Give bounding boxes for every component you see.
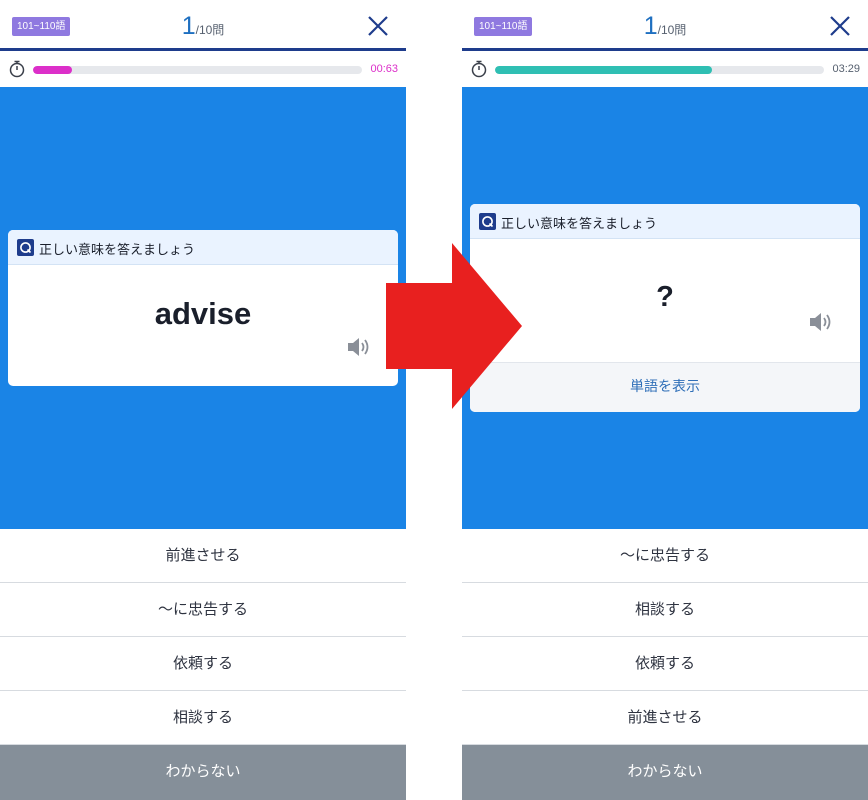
time-progress-fill — [33, 66, 73, 74]
question-card: 正しい意味を答えましょう ? 単語を表示 — [470, 204, 860, 412]
answer-choices: ～に忠告する 相談する 依頼する 前進させる — [462, 529, 868, 745]
timer-row: 00:63 — [0, 56, 406, 84]
card-header: 正しい意味を答えましょう — [8, 230, 398, 265]
answer-choices: 前進させる ～に忠告する 依頼する 相談する — [0, 529, 406, 745]
time-progress-fill — [495, 66, 713, 74]
answer-choice[interactable]: 相談する — [0, 691, 406, 745]
timer-row: 03:29 — [462, 56, 868, 84]
question-counter: 1/10問 — [0, 12, 406, 41]
quiz-icon — [479, 213, 496, 230]
question-card: 正しい意味を答えましょう advise — [8, 230, 398, 386]
quiz-header: 101~110語 1/10問 — [0, 0, 406, 51]
timer-text: 03:29 — [832, 63, 860, 75]
speaker-icon[interactable] — [346, 336, 372, 358]
close-icon[interactable] — [826, 12, 854, 40]
answer-choice[interactable]: 依頼する — [462, 637, 868, 691]
close-icon[interactable] — [364, 12, 392, 40]
vocabulary-word: advise — [154, 296, 252, 331]
stopwatch-icon — [471, 60, 487, 78]
card-instruction: 正しい意味を答えましょう — [39, 243, 196, 258]
speaker-icon[interactable] — [808, 311, 834, 333]
time-progress-track — [495, 66, 824, 74]
card-instruction: 正しい意味を答えましょう — [501, 217, 658, 232]
answer-choice[interactable]: 前進させる — [0, 529, 406, 583]
answer-choice[interactable]: ～に忠告する — [462, 529, 868, 583]
hidden-word-placeholder: ? — [656, 281, 674, 313]
dont-know-button[interactable]: わからない — [462, 745, 868, 800]
show-word-button[interactable]: 単語を表示 — [470, 362, 860, 412]
header-divider — [462, 48, 868, 51]
question-counter: 1/10問 — [462, 12, 868, 41]
comparison-stage: 101~110語 1/10問 00:63 正しい意味を答えましょう advise… — [0, 0, 868, 800]
total-questions: /10問 — [657, 23, 687, 37]
quiz-screen-before: 101~110語 1/10問 00:63 正しい意味を答えましょう advise… — [0, 0, 406, 800]
header-divider — [0, 48, 406, 51]
timer-text: 00:63 — [370, 63, 398, 75]
total-questions: /10問 — [195, 23, 225, 37]
answer-choice[interactable]: ～に忠告する — [0, 583, 406, 637]
transition-arrow-icon — [386, 243, 522, 409]
answer-choice[interactable]: 相談する — [462, 583, 868, 637]
dont-know-button[interactable]: わからない — [0, 745, 406, 800]
question-area: 正しい意味を答えましょう advise — [0, 87, 406, 529]
current-question-number: 1 — [643, 12, 658, 40]
time-progress-track — [33, 66, 362, 74]
current-question-number: 1 — [181, 12, 196, 40]
stopwatch-icon — [9, 60, 25, 78]
answer-choice[interactable]: 依頼する — [0, 637, 406, 691]
quiz-header: 101~110語 1/10問 — [462, 0, 868, 51]
answer-choice[interactable]: 前進させる — [462, 691, 868, 745]
quiz-icon — [17, 239, 34, 256]
card-header: 正しい意味を答えましょう — [470, 204, 860, 239]
